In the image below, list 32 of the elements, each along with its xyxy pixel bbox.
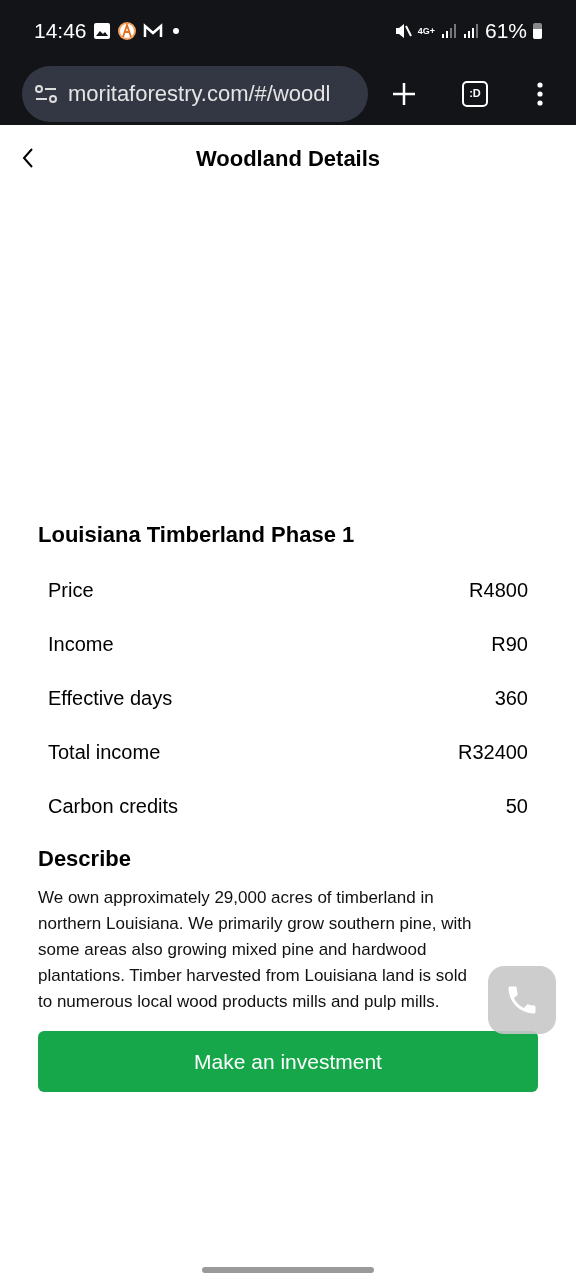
detail-label: Effective days (48, 686, 173, 711)
detail-value: 50 (505, 794, 528, 819)
detail-label: Carbon credits (48, 794, 179, 819)
detail-label: Price (48, 578, 94, 603)
detail-value: R4800 (469, 578, 528, 603)
detail-value: 360 (494, 686, 528, 711)
detail-value: R90 (491, 632, 528, 657)
app-notification-icon (116, 21, 137, 41)
section-heading: Describe (38, 845, 132, 873)
new-tab-icon[interactable] (392, 81, 416, 106)
signal-icon (440, 23, 457, 39)
image-notification-icon (92, 22, 111, 40)
detail-label: Total income (48, 740, 161, 765)
mail-notification-icon (142, 23, 163, 39)
url-text: moritaforestry.com/#/woodl (68, 80, 331, 108)
site-settings-icon[interactable] (34, 84, 58, 103)
dot-icon (172, 28, 179, 34)
detail-label: Income (48, 632, 114, 657)
status-time: 14:46 (34, 18, 87, 45)
battery-percent: 61% (484, 18, 527, 45)
tab-switcher-button[interactable]: :D (462, 80, 488, 107)
signal-icon (462, 23, 479, 39)
detail-value: R32400 (457, 740, 528, 765)
description-text: We own approximately 29,000 acres of timberland in northern Louisiana. We primarily grow southern pine, with some areas also growing mixed pine and hardwood plantations. Timber harvested from Louisiana land is sold to numerous local wood products mills and pulp mills. (38, 887, 473, 1013)
mute-icon (393, 22, 412, 40)
battery-icon (533, 23, 542, 39)
page-title: Woodland Details (195, 144, 381, 173)
address-bar[interactable]: moritaforestry.com/#/woodl (22, 65, 368, 122)
network-label: 4G+ (417, 26, 435, 36)
product-title: Louisiana Timberland Phase 1 (38, 521, 356, 549)
back-icon[interactable] (22, 148, 34, 168)
more-options-icon[interactable] (536, 81, 544, 106)
